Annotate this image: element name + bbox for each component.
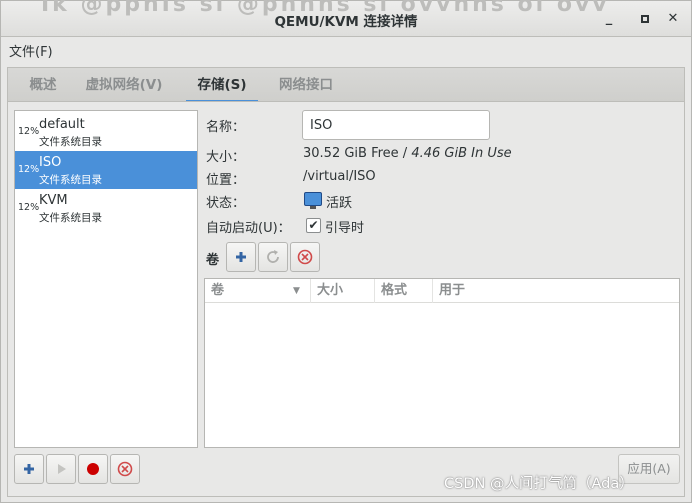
record-icon xyxy=(87,463,99,475)
close-button[interactable]: ✕ xyxy=(663,9,683,29)
tab-network-interfaces[interactable]: 网络接口 xyxy=(270,68,342,102)
minimize-button[interactable]: _ xyxy=(599,9,619,29)
location-label: 位置： xyxy=(206,173,246,188)
plus-icon xyxy=(236,252,246,262)
state-label: 状态： xyxy=(206,196,246,211)
pool-type: 文件系统目录 xyxy=(39,212,102,224)
sort-down-icon: ▼ xyxy=(293,286,300,296)
pool-name: default xyxy=(39,117,85,132)
tab-virtual-networks[interactable]: 虚拟网络(V) xyxy=(76,68,172,102)
pool-usage: 12% xyxy=(18,202,40,213)
pool-item-default[interactable]: 12% default 文件系统目录 xyxy=(15,113,197,151)
delete-volume-button[interactable] xyxy=(290,242,320,272)
pool-usage: 12% xyxy=(18,126,40,137)
pool-item-kvm[interactable]: 12% KVM 文件系统目录 xyxy=(15,189,197,227)
column-size[interactable]: 大小 xyxy=(311,279,375,303)
pool-name: KVM xyxy=(39,193,68,208)
plus-icon xyxy=(24,464,34,474)
column-volume[interactable]: 卷 ▼ xyxy=(205,279,311,303)
menubar: 文件(F) xyxy=(1,37,691,63)
column-format[interactable]: 格式 xyxy=(375,279,433,303)
notebook: 概述 虚拟网络(V) 存储(S) 网络接口 12% default 文件系统目录… xyxy=(7,67,685,497)
size-separator: / xyxy=(398,146,412,161)
pool-type: 文件系统目录 xyxy=(39,174,102,186)
storage-pool-list[interactable]: 12% default 文件系统目录 12% ISO 文件系统目录 12% KV… xyxy=(14,110,198,448)
refresh-icon xyxy=(267,250,279,263)
autostart-label: 自动启动(U)： xyxy=(206,221,291,236)
refresh-volumes-button[interactable] xyxy=(258,242,288,272)
delete-icon xyxy=(117,461,133,477)
size-label: 大小： xyxy=(206,150,246,165)
size-in-use: 4.46 GiB In Use xyxy=(411,146,512,161)
autostart-checkbox[interactable]: ✔ xyxy=(306,218,321,233)
tab-bar: 概述 虚拟网络(V) 存储(S) 网络接口 xyxy=(7,67,685,102)
column-volume-label: 卷 xyxy=(211,283,225,298)
add-pool-button[interactable] xyxy=(14,454,44,484)
volume-table[interactable]: 卷 ▼ 大小 格式 用于 xyxy=(204,278,680,448)
state-value: 活跃 xyxy=(326,196,353,211)
tab-storage[interactable]: 存储(S) xyxy=(186,68,258,102)
monitor-icon xyxy=(304,192,322,209)
menu-file[interactable]: 文件(F) xyxy=(9,41,53,60)
connection-details-window: Ik @ppnIs sl @pnnhs si ovvnhs ol ovv QEM… xyxy=(0,0,692,503)
maximize-button[interactable] xyxy=(635,9,655,29)
play-icon xyxy=(58,464,66,474)
pool-name-input[interactable] xyxy=(302,110,490,140)
window-title: QEMU/KVM 连接详情 xyxy=(274,14,418,30)
watermark: CSDN @人间打气筒（Ada） xyxy=(444,476,634,492)
column-used-by[interactable]: 用于 xyxy=(433,279,679,303)
volumes-label: 卷 xyxy=(206,253,220,268)
pool-type: 文件系统目录 xyxy=(39,136,102,148)
name-label: 名称： xyxy=(206,120,246,135)
stop-pool-button[interactable] xyxy=(78,454,108,484)
location-value: /virtual/ISO xyxy=(303,169,376,184)
start-pool-button[interactable] xyxy=(46,454,76,484)
delete-pool-button[interactable] xyxy=(110,454,140,484)
pool-item-iso[interactable]: 12% ISO 文件系统目录 xyxy=(15,151,197,189)
size-value: 30.52 GiB Free / 4.46 GiB In Use xyxy=(303,146,512,161)
autostart-value: 引导时 xyxy=(325,221,365,236)
delete-icon xyxy=(297,249,313,265)
volume-table-header: 卷 ▼ 大小 格式 用于 xyxy=(205,279,679,303)
pool-usage: 12% xyxy=(18,164,40,175)
title-bar: Ik @ppnIs sl @pnnhs si ovvnhs ol ovv QEM… xyxy=(1,0,691,37)
maximize-icon xyxy=(641,15,649,23)
storage-page: 12% default 文件系统目录 12% ISO 文件系统目录 12% KV… xyxy=(7,101,685,497)
pool-name: ISO xyxy=(39,155,62,170)
size-free: 30.52 GiB Free xyxy=(303,146,399,161)
tab-overview[interactable]: 概述 xyxy=(16,68,70,102)
add-volume-button[interactable] xyxy=(226,242,256,272)
